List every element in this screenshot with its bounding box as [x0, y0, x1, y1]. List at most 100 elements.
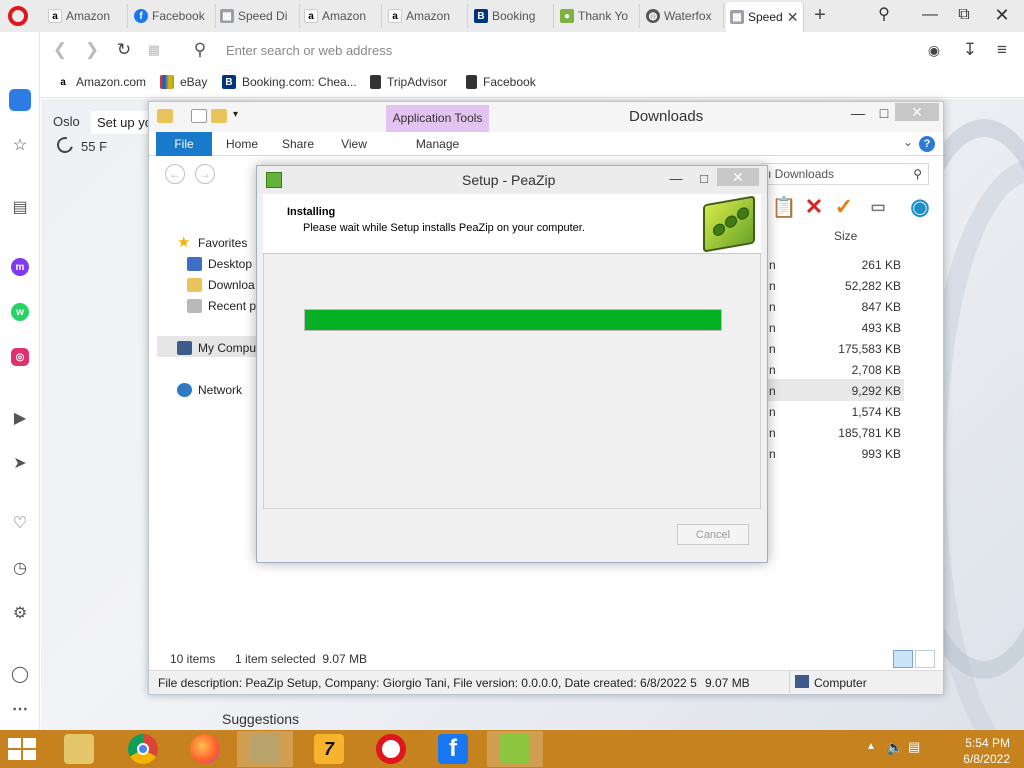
tab-amazon-1[interactable]: a Amazon: [44, 4, 128, 28]
clock-date[interactable]: 6/8/2022: [963, 752, 1010, 766]
tab-home[interactable]: Home: [219, 132, 265, 156]
start-button[interactable]: [8, 738, 38, 762]
taskbar-chrome[interactable]: [115, 731, 171, 767]
minimize-icon[interactable]: —: [918, 4, 942, 26]
clock-time[interactable]: 5:54 PM: [965, 736, 1010, 750]
minimize-icon[interactable]: —: [845, 104, 871, 122]
cancel-button[interactable]: Cancel: [677, 524, 749, 545]
tab-amazon-3[interactable]: a Amazon: [384, 4, 468, 28]
nav-desktop[interactable]: Desktop: [187, 257, 252, 271]
bookmark-facebook[interactable]: Facebook: [466, 75, 536, 89]
snapshot-icon[interactable]: ◉: [924, 40, 944, 60]
tab-manage[interactable]: Manage: [386, 132, 489, 156]
back-icon[interactable]: ←: [165, 164, 185, 184]
easy-setup-icon[interactable]: ≡: [992, 40, 1012, 60]
taskbar-opera[interactable]: [363, 731, 419, 767]
bookmark-tripadvisor[interactable]: TripAdvisor: [370, 75, 447, 89]
reload-icon[interactable]: ↻: [114, 40, 134, 60]
taskbar-firefox[interactable]: [177, 731, 233, 767]
settings-icon[interactable]: ⚙: [8, 601, 32, 625]
clipboard-icon[interactable]: 📋: [771, 194, 797, 220]
taskbar-vivaldi[interactable]: 7: [301, 731, 357, 767]
column-header-size[interactable]: Size: [834, 229, 857, 243]
globe-icon: ◍: [646, 9, 660, 23]
heart-icon[interactable]: ♡: [8, 511, 32, 535]
nav-network[interactable]: Network: [177, 383, 242, 397]
network-tray-icon[interactable]: ▤: [908, 739, 920, 755]
tab-file[interactable]: File: [156, 132, 212, 156]
large-icons-view-button[interactable]: [915, 650, 935, 668]
more-icon[interactable]: ⋯: [8, 697, 32, 721]
ebay-icon: [160, 75, 174, 89]
tab-booking[interactable]: B Booking: [470, 4, 554, 28]
taskbar-file-explorer[interactable]: [51, 731, 107, 767]
bookmark-ebay[interactable]: eBay: [160, 75, 207, 89]
maximize-icon[interactable]: □: [693, 170, 715, 188]
shopping-bag-icon[interactable]: ▤: [8, 195, 32, 219]
globe-icon[interactable]: ◉: [907, 194, 933, 220]
restore-icon[interactable]: ⧉: [952, 4, 976, 26]
forward-icon[interactable]: ❯: [82, 40, 102, 60]
forward-icon[interactable]: →: [195, 164, 215, 184]
bookmark-amazon[interactable]: a Amazon.com: [56, 75, 146, 89]
download-icon[interactable]: ↧: [960, 40, 980, 60]
file-size: 1,574 KB: [851, 405, 901, 419]
nav-label: Desktop: [208, 257, 253, 271]
taskbar-facebook[interactable]: f: [425, 731, 481, 767]
network-icon: [177, 383, 192, 397]
checkmark-icon[interactable]: ✓: [831, 194, 857, 220]
instagram-icon[interactable]: ◎: [8, 345, 32, 369]
details-view-button[interactable]: [893, 650, 913, 668]
minimize-icon[interactable]: —: [665, 170, 687, 188]
history-icon[interactable]: ◷: [8, 556, 32, 580]
opera-menu-icon[interactable]: [8, 6, 28, 26]
search-tabs-icon[interactable]: ⚲: [872, 4, 896, 26]
taskbar-peazip[interactable]: [487, 731, 543, 767]
messenger-icon[interactable]: m: [8, 255, 32, 279]
nav-recent-places[interactable]: Recent pl: [187, 299, 259, 313]
tab-view[interactable]: View: [331, 132, 377, 156]
home-icon[interactable]: [8, 88, 32, 112]
speed-dial-star-icon[interactable]: ☆: [8, 133, 32, 157]
address-input[interactable]: [226, 40, 726, 60]
application-tools-tab[interactable]: Application Tools: [386, 105, 489, 132]
lightbulb-icon[interactable]: ◯: [8, 662, 32, 686]
tab-share[interactable]: Share: [275, 132, 321, 156]
chevron-down-icon[interactable]: ⌄: [903, 135, 913, 149]
volume-muted-icon[interactable]: 🔈: [886, 739, 903, 756]
tab-facebook[interactable]: f Facebook: [130, 4, 216, 28]
close-icon[interactable]: ✕: [895, 103, 939, 121]
search-input[interactable]: ı Downloads ⚲: [761, 163, 929, 185]
tab-amazon-2[interactable]: a Amazon: [300, 4, 382, 28]
send-icon[interactable]: ➤: [8, 451, 32, 475]
tab-thank-you[interactable]: ● Thank Yo: [556, 4, 640, 28]
properties-icon[interactable]: [191, 109, 207, 123]
maximize-icon[interactable]: □: [871, 104, 897, 122]
rename-icon[interactable]: ▭: [865, 194, 891, 220]
whatsapp-icon[interactable]: w: [8, 300, 32, 324]
tab-label: Amazon: [406, 9, 451, 23]
customize-toolbar-icon[interactable]: ▾: [233, 109, 243, 123]
close-tab-icon[interactable]: ✕: [787, 9, 801, 26]
speed-dial-grid-icon[interactable]: ▦: [144, 40, 164, 60]
close-window-icon[interactable]: ✕: [990, 4, 1014, 26]
tab-speed-dial-active[interactable]: ▦ Speed ✕: [726, 2, 804, 32]
new-tab-button[interactable]: +: [810, 4, 830, 27]
item-count: 10 items: [170, 652, 216, 666]
back-icon[interactable]: ❮: [50, 40, 70, 60]
delete-icon[interactable]: ✕: [801, 194, 827, 220]
bookmark-booking[interactable]: B Booking.com: Chea...: [222, 75, 357, 89]
show-hidden-icons-icon[interactable]: ▲: [866, 741, 876, 752]
nav-downloads[interactable]: Downloa: [187, 278, 255, 292]
nav-my-computer[interactable]: My Compu: [177, 341, 256, 355]
divider: [789, 671, 790, 693]
tab-waterfox[interactable]: ◍ Waterfox: [642, 4, 724, 28]
new-folder-icon[interactable]: [211, 109, 227, 123]
close-icon[interactable]: ✕: [717, 168, 759, 186]
setup-heading: Installing: [287, 206, 336, 218]
player-icon[interactable]: ▶: [8, 406, 32, 430]
tab-speed-dial-1[interactable]: ▦ Speed Di: [216, 4, 300, 28]
taskbar-archive-app[interactable]: [237, 731, 293, 767]
help-icon[interactable]: ?: [919, 136, 935, 152]
nav-favorites[interactable]: ★ Favorites: [177, 235, 247, 250]
